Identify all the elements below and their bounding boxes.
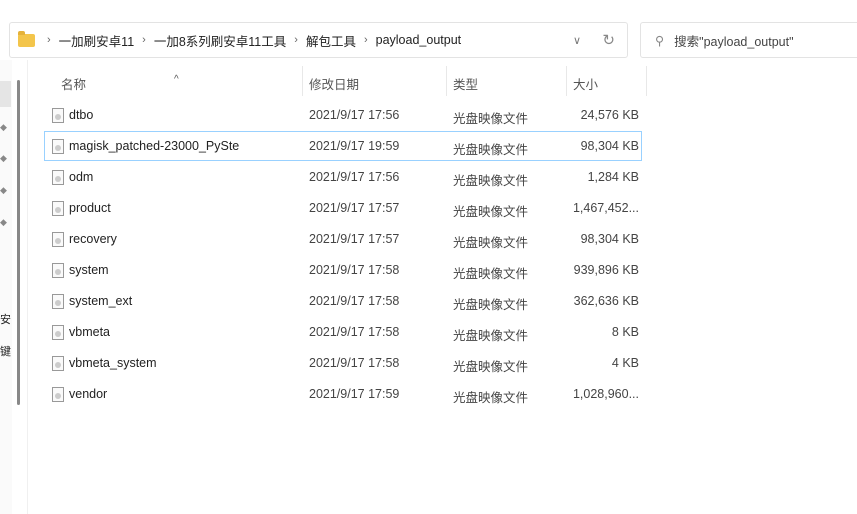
file-type: 光盘映像文件 <box>453 329 529 343</box>
chevron-down-icon[interactable]: ∨ <box>573 34 581 47</box>
file-date: 2021/9/17 17:56 <box>309 170 400 184</box>
disc-image-file-icon <box>52 294 64 309</box>
pin-icon: ◆ <box>0 122 7 132</box>
file-size: 24,576 KB <box>580 108 639 122</box>
chevron-right-icon[interactable]: › <box>294 34 298 46</box>
search-input[interactable]: ⚲ 搜索"payload_output" <box>640 22 857 58</box>
file-type: 光盘映像文件 <box>453 236 529 250</box>
file-date: 2021/9/17 17:58 <box>309 325 400 339</box>
sort-ascending-icon: ^ <box>174 74 179 85</box>
file-size: 1,284 KB <box>587 170 639 184</box>
file-name: dtbo <box>69 108 94 122</box>
column-header-row: ^ 名称 修改日期 类型 大小 <box>44 66 664 96</box>
file-row[interactable]: system 2021/9/17 17:58 光盘映像文件 939,896 KB <box>44 255 642 285</box>
disc-image-file-icon <box>52 387 64 402</box>
file-size: 4 KB <box>611 356 639 370</box>
column-divider[interactable] <box>302 66 303 96</box>
file-name: vbmeta <box>69 325 110 339</box>
file-name: vendor <box>69 387 108 401</box>
file-row[interactable]: vendor 2021/9/17 17:59 光盘映像文件 1,028,960.… <box>44 379 642 409</box>
breadcrumb-item[interactable]: payload_output <box>376 33 462 47</box>
file-date: 2021/9/17 17:57 <box>309 201 400 215</box>
file-type: 光盘映像文件 <box>453 391 529 405</box>
file-size: 98,304 KB <box>580 139 639 153</box>
file-date: 2021/9/17 17:58 <box>309 263 400 277</box>
file-row[interactable]: dtbo 2021/9/17 17:56 光盘映像文件 24,576 KB <box>44 100 642 130</box>
file-row[interactable]: product 2021/9/17 17:57 光盘映像文件 1,467,452… <box>44 193 642 223</box>
chevron-right-icon[interactable]: › <box>142 34 146 46</box>
disc-image-file-icon <box>52 139 64 154</box>
file-date: 2021/9/17 17:58 <box>309 356 400 370</box>
file-row[interactable]: magisk_patched-23000_PySte 2021/9/17 19:… <box>44 131 642 161</box>
file-date: 2021/9/17 17:58 <box>309 294 400 308</box>
file-row[interactable]: recovery 2021/9/17 17:57 光盘映像文件 98,304 K… <box>44 224 642 254</box>
file-name: odm <box>69 170 94 184</box>
disc-image-file-icon <box>52 263 64 278</box>
file-type: 光盘映像文件 <box>453 267 529 281</box>
disc-image-file-icon <box>52 108 64 123</box>
file-size: 939,896 KB <box>573 263 639 277</box>
breadcrumb-item[interactable]: 解包工具 <box>306 31 356 50</box>
file-type: 光盘映像文件 <box>453 360 529 374</box>
folder-icon <box>18 30 35 47</box>
file-name: magisk_patched-23000_PySte <box>69 139 240 153</box>
refresh-icon[interactable]: ↻ <box>602 31 615 49</box>
disc-image-file-icon <box>52 201 64 216</box>
column-header-size[interactable]: 大小 <box>573 74 598 93</box>
file-date: 2021/9/17 17:57 <box>309 232 400 246</box>
chevron-right-icon[interactable]: › <box>364 34 368 46</box>
file-size: 362,636 KB <box>573 294 639 308</box>
file-name: recovery <box>69 232 117 246</box>
search-icon: ⚲ <box>655 33 665 48</box>
column-header-name[interactable]: 名称 <box>61 74 86 93</box>
file-size: 98,304 KB <box>580 232 639 246</box>
column-header-type[interactable]: 类型 <box>453 74 478 93</box>
file-name: vbmeta_system <box>69 356 157 370</box>
file-row[interactable]: vbmeta_system 2021/9/17 17:58 光盘映像文件 4 K… <box>44 348 642 378</box>
column-divider[interactable] <box>566 66 567 96</box>
file-date: 2021/9/17 17:56 <box>309 108 400 122</box>
file-name: system <box>69 263 109 277</box>
nav-item-label[interactable]: 安 <box>0 311 11 327</box>
file-row[interactable]: odm 2021/9/17 17:56 光盘映像文件 1,284 KB <box>44 162 642 192</box>
file-row[interactable]: system_ext 2021/9/17 17:58 光盘映像文件 362,63… <box>44 286 642 316</box>
column-divider[interactable] <box>446 66 447 96</box>
pin-icon: ◆ <box>0 217 7 227</box>
pin-icon: ◆ <box>0 153 7 163</box>
breadcrumb-item[interactable]: 一加刷安卓11 <box>59 31 134 50</box>
file-size: 1,028,960... <box>572 387 639 401</box>
nav-item-label[interactable]: 键 <box>0 343 11 359</box>
column-divider[interactable] <box>646 66 647 96</box>
disc-image-file-icon <box>52 232 64 247</box>
file-type: 光盘映像文件 <box>453 298 529 312</box>
file-type: 光盘映像文件 <box>453 143 529 157</box>
file-type: 光盘映像文件 <box>453 174 529 188</box>
file-name: system_ext <box>69 294 133 308</box>
column-header-date[interactable]: 修改日期 <box>309 74 359 93</box>
file-type: 光盘映像文件 <box>453 112 529 126</box>
disc-image-file-icon <box>52 170 64 185</box>
file-type: 光盘映像文件 <box>453 205 529 219</box>
file-row[interactable]: vbmeta 2021/9/17 17:58 光盘映像文件 8 KB <box>44 317 642 347</box>
file-date: 2021/9/17 17:59 <box>309 387 400 401</box>
divider <box>27 60 28 514</box>
file-size: 1,467,452... <box>572 201 639 215</box>
nav-selected-item[interactable] <box>0 81 11 107</box>
file-name: product <box>69 201 111 215</box>
nav-scrollbar[interactable] <box>17 80 20 405</box>
pin-icon: ◆ <box>0 185 7 195</box>
address-bar[interactable]: › 一加刷安卓11 › 一加8系列刷安卓11工具 › 解包工具 › payloa… <box>9 22 628 58</box>
file-size: 8 KB <box>611 325 639 339</box>
chevron-right-icon[interactable]: › <box>47 34 51 46</box>
search-placeholder: 搜索"payload_output" <box>674 34 794 49</box>
disc-image-file-icon <box>52 325 64 340</box>
file-date: 2021/9/17 19:59 <box>309 139 400 153</box>
disc-image-file-icon <box>52 356 64 371</box>
breadcrumb-item[interactable]: 一加8系列刷安卓11工具 <box>154 31 286 50</box>
